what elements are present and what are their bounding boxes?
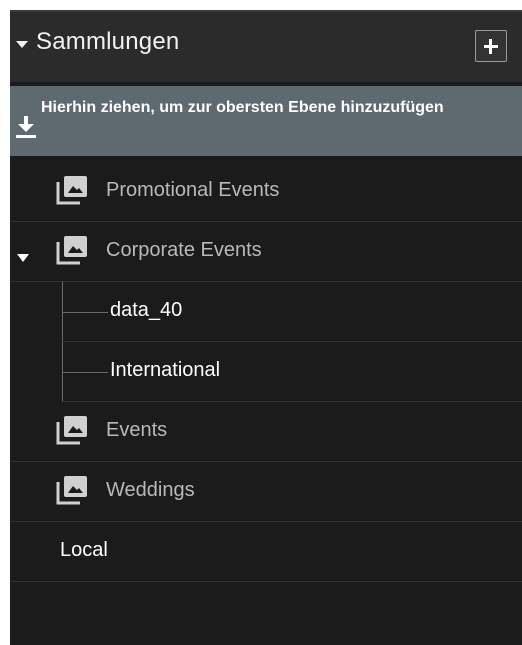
tree-branch-line bbox=[62, 312, 108, 313]
collapse-caret-icon[interactable] bbox=[16, 41, 28, 48]
top-level-drop-zone[interactable]: Hierhin ziehen, um zur obersten Ebene hi… bbox=[10, 86, 522, 156]
collection-item-events[interactable]: Events bbox=[10, 402, 522, 462]
collection-label: Local bbox=[60, 539, 108, 561]
collection-item-international[interactable]: International bbox=[62, 342, 522, 402]
collection-icon bbox=[56, 236, 87, 265]
collection-item-local[interactable]: Local bbox=[10, 522, 522, 582]
download-icon bbox=[16, 116, 36, 138]
drop-zone-text: Hierhin ziehen, um zur obersten Ebene hi… bbox=[41, 99, 444, 116]
collection-icon bbox=[56, 476, 87, 505]
collection-icon bbox=[56, 176, 87, 205]
collection-label: Corporate Events bbox=[106, 239, 262, 261]
plus-icon-stem bbox=[489, 39, 492, 54]
collection-item-weddings[interactable]: Weddings bbox=[10, 462, 522, 522]
collection-item-promotional-events[interactable]: Promotional Events bbox=[10, 162, 522, 222]
tree-branch-line bbox=[62, 372, 108, 373]
collection-item-corporate-events[interactable]: Corporate Events bbox=[10, 222, 522, 282]
collection-label: data_40 bbox=[110, 299, 183, 321]
collections-panel: Sammlungen Hierhin ziehen, um zur oberst… bbox=[10, 10, 522, 645]
collections-header[interactable]: Sammlungen bbox=[10, 10, 522, 82]
collection-label: International bbox=[110, 359, 221, 381]
collection-label: Weddings bbox=[106, 479, 195, 501]
collection-item-data-40[interactable]: data_40 bbox=[62, 282, 522, 342]
collection-label: Promotional Events bbox=[106, 179, 280, 201]
collection-icon bbox=[56, 416, 87, 445]
panel-title: Sammlungen bbox=[36, 28, 180, 55]
add-collection-button[interactable] bbox=[475, 30, 507, 62]
collection-label: Events bbox=[106, 419, 168, 441]
expand-caret-icon[interactable] bbox=[17, 254, 29, 262]
